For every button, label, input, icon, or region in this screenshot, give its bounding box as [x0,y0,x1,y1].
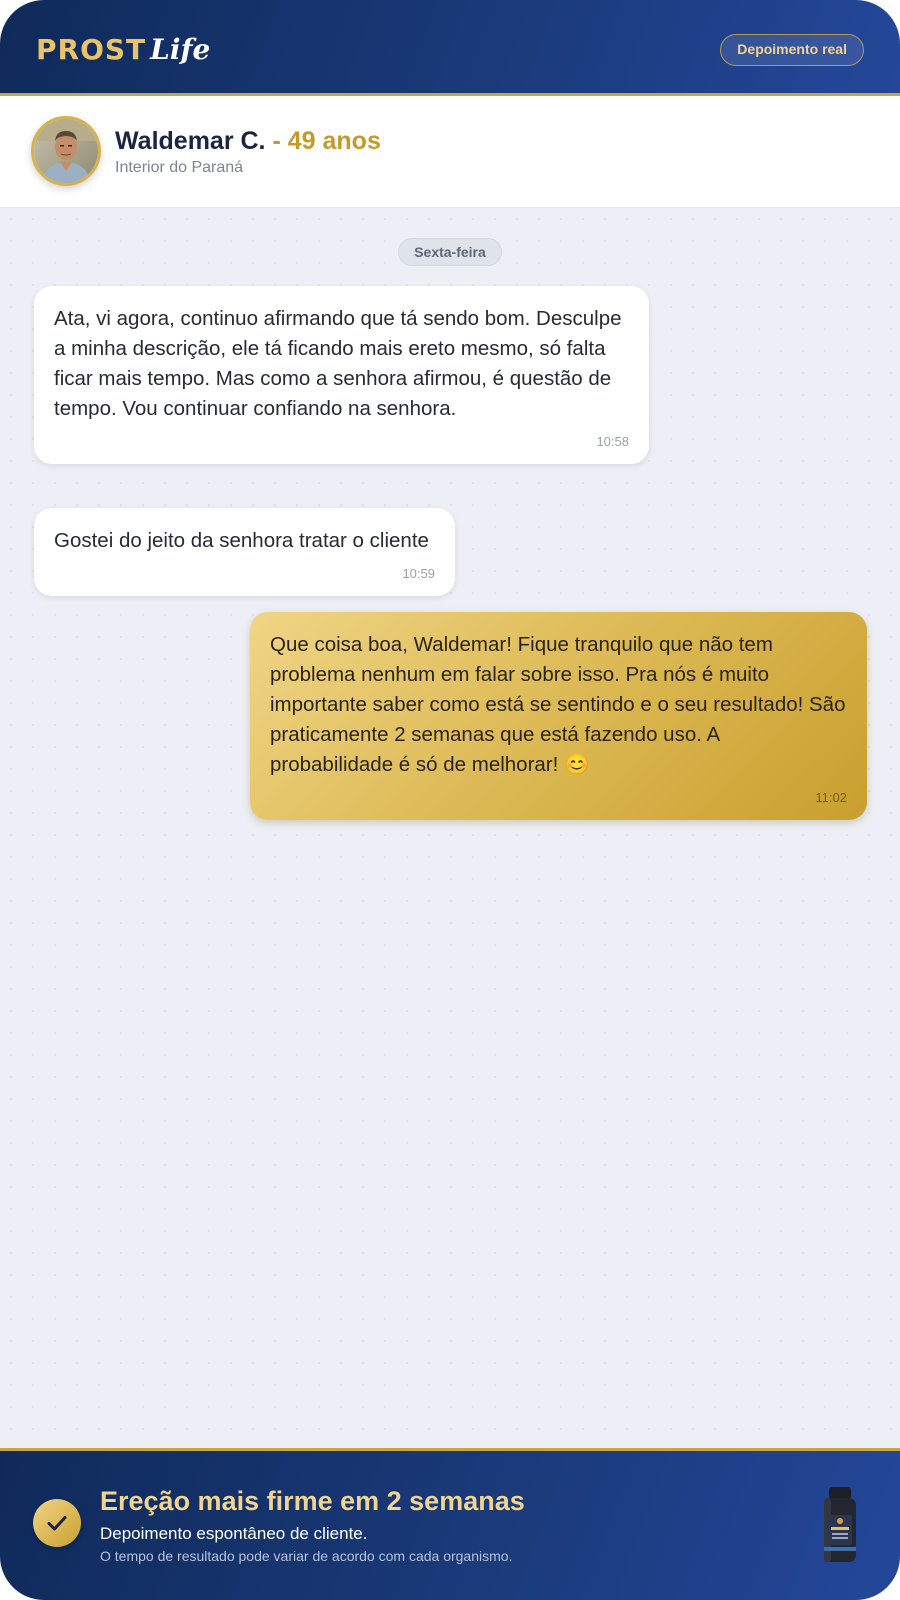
message-text: Gostei do jeito da senhora tratar o clie… [54,529,429,552]
message-time: 11:02 [815,790,847,805]
footer-disclaimer: O tempo de resultado pode variar de acor… [100,1548,513,1564]
customer-location: Interior do Paraná [115,159,244,176]
message-text: Que coisa boa, Waldemar! Fique tranquilo… [270,633,846,776]
footer-title: Ereção mais firme em 2 semanas [100,1486,525,1516]
customer-name: Waldemar C. - 49 anos [115,126,381,156]
message-text: Ata, vi agora, continuo afirmando que tá… [54,307,622,420]
chat-area: Sexta-feira Ata, vi agora, continuo afir… [0,208,900,1448]
message-bubble-incoming: Gostei do jeito da senhora tratar o clie… [34,508,455,596]
message-time: 10:58 [596,434,629,449]
profile-bar: Waldemar C. - 49 anos Interior do Paraná [0,96,900,208]
header-bar: PROST Life Depoimento real [0,0,900,96]
message-bubble-incoming: Ata, vi agora, continuo afirmando que tá… [34,286,649,464]
message-bubble-outgoing: Que coisa boa, Waldemar! Fique tranquilo… [250,612,867,820]
logo-secondary: Life [150,33,211,66]
footer-subtitle: Depoimento espontâneo de cliente. [100,1524,368,1543]
logo-primary: PROST [36,33,147,66]
day-separator: Sexta-feira [398,238,502,266]
testimonial-badge: Depoimento real [720,34,864,66]
avatar-photo [34,119,98,183]
product-bottle-icon [824,1487,856,1562]
testimonial-card: PROST Life Depoimento real Waldemar C. -… [0,0,900,1600]
avatar [31,116,101,186]
brand-logo: PROST Life [36,30,210,70]
footer-banner: Ereção mais firme em 2 semanas Depoiment… [0,1448,900,1600]
customer-age: - 49 anos [272,127,381,155]
customer-name-text: Waldemar C. [115,127,266,155]
check-icon [33,1499,81,1547]
message-time: 10:59 [402,566,435,581]
